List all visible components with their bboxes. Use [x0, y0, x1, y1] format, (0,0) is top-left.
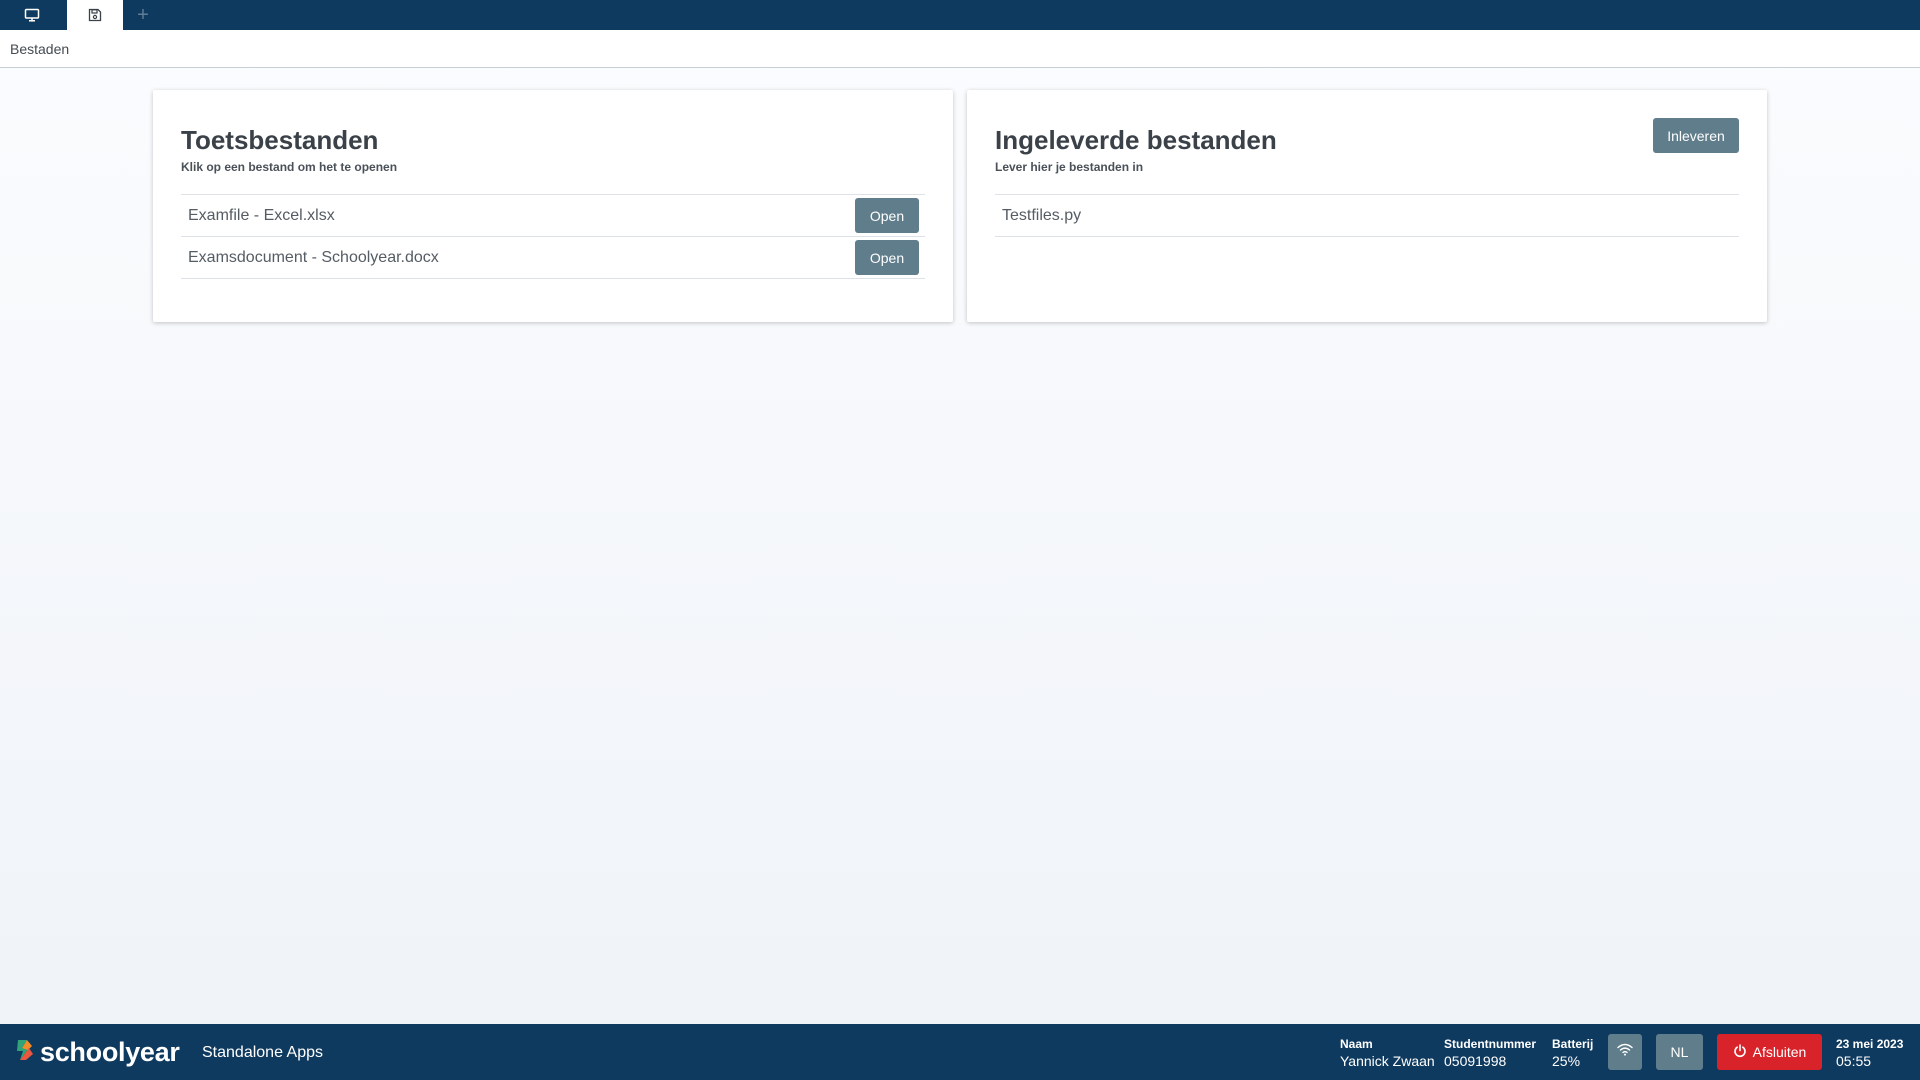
list-item[interactable]: Examfile - Excel.xlsx Open [181, 195, 925, 237]
tab-desktop[interactable] [0, 0, 64, 30]
logo: schoolyear [14, 1036, 180, 1067]
open-button[interactable]: Open [855, 240, 919, 275]
student-name: Naam Yannick Zwaan [1340, 1036, 1435, 1070]
battery-value: 25% [1552, 1053, 1581, 1069]
save-icon [88, 8, 102, 22]
battery: Batterij 25% [1552, 1036, 1593, 1070]
file-name: Testfiles.py [1002, 206, 1082, 224]
battery-label: Batterij [1552, 1037, 1594, 1051]
name-value: Yannick Zwaan [1340, 1053, 1435, 1069]
file-name: Examfile - Excel.xlsx [188, 206, 335, 224]
file-name: Examsdocument - Schoolyear.docx [188, 248, 439, 266]
submitted-file-list: Testfiles.py [995, 194, 1739, 237]
wifi-button[interactable] [1608, 1034, 1642, 1070]
monitor-icon [24, 8, 40, 22]
date: 23 mei 2023 [1836, 1037, 1904, 1051]
language-label: NL [1670, 1044, 1689, 1060]
name-label: Naam [1340, 1037, 1373, 1051]
student-number: Studentnummer 05091998 [1444, 1036, 1536, 1070]
app-label: Standalone Apps [202, 1044, 323, 1061]
card-title: Toetsbestanden [181, 125, 379, 155]
list-item[interactable]: Examsdocument - Schoolyear.docx Open [181, 237, 925, 279]
card-subtitle: Klik op een bestand om het te openen [181, 160, 398, 174]
bottom-status-bar: schoolyear Standalone Apps Naam Yannick … [0, 1024, 1920, 1080]
schoolyear-logo-icon [14, 1038, 36, 1067]
card-subtitle: Lever hier je bestanden in [995, 160, 1144, 174]
student-number-value: 05091998 [1444, 1053, 1507, 1069]
power-icon [1733, 1043, 1747, 1061]
date-time: 23 mei 2023 05:55 [1836, 1036, 1903, 1070]
test-file-list: Examfile - Excel.xlsx Open Examsdocument… [181, 194, 925, 279]
card-title: Ingeleverde bestanden [995, 125, 1277, 155]
wifi-icon [1617, 1043, 1633, 1061]
language-button[interactable]: NL [1656, 1034, 1703, 1070]
student-number-label: Studentnummer [1444, 1037, 1537, 1051]
tab-bar: + [0, 0, 1920, 30]
open-button[interactable]: Open [855, 198, 919, 233]
breadcrumb-item: Bestaden [10, 40, 70, 57]
breadcrumb: Bestaden [0, 30, 1920, 68]
list-item: Testfiles.py [995, 195, 1739, 237]
submitted-files-card: Ingeleverde bestanden Lever hier je best… [967, 90, 1767, 322]
add-tab-button[interactable]: + [130, 0, 156, 30]
exit-button[interactable]: Afsluiten [1717, 1034, 1822, 1070]
tab-files[interactable] [67, 0, 123, 30]
time: 05:55 [1836, 1053, 1872, 1069]
logo-text: schoolyear [40, 1036, 180, 1067]
submit-button[interactable]: Inleveren [1653, 118, 1739, 153]
exit-label: Afsluiten [1752, 1044, 1807, 1060]
plus-icon: + [137, 4, 149, 26]
test-files-card: Toetsbestanden Klik op een bestand om he… [153, 90, 953, 322]
